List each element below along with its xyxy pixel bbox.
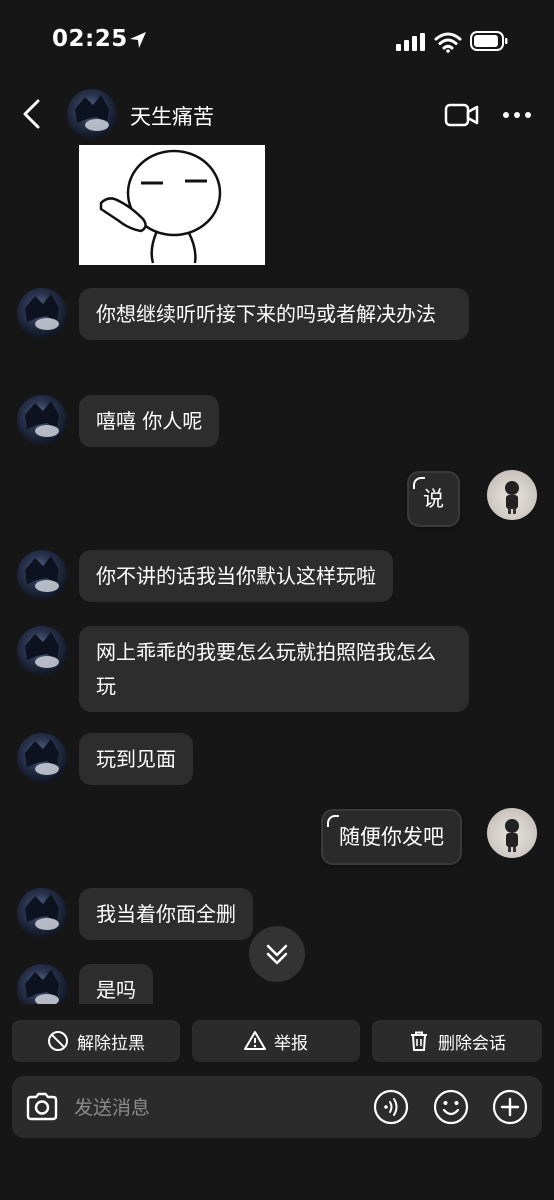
bubble-corner-mark: [327, 815, 339, 827]
video-call-icon[interactable]: [444, 102, 480, 128]
sender-avatar[interactable]: [17, 733, 67, 783]
message-bubble[interactable]: 网上乖乖的我要怎么玩就拍照陪我怎么玩: [79, 626, 469, 712]
sender-avatar[interactable]: [17, 395, 67, 445]
camera-icon[interactable]: [24, 1089, 60, 1125]
sticker-image[interactable]: [79, 145, 265, 265]
contact-avatar[interactable]: [67, 89, 117, 139]
message-composer: [12, 1076, 542, 1138]
block-icon: [48, 1031, 68, 1051]
message-bubble[interactable]: 你不讲的话我当你默认这样玩啦: [79, 550, 393, 602]
message-bubble[interactable]: 玩到见面: [79, 733, 193, 785]
my-avatar[interactable]: [487, 808, 537, 858]
sender-avatar[interactable]: [17, 550, 67, 600]
sender-avatar[interactable]: [17, 964, 67, 1004]
unblock-button[interactable]: 解除拉黑: [12, 1020, 180, 1062]
delete-chat-button[interactable]: 删除会话: [372, 1020, 542, 1062]
message-text: 随便你发吧: [339, 825, 444, 849]
location-arrow-icon: [130, 32, 146, 48]
status-time: 02:25: [52, 26, 128, 52]
message-bubble[interactable]: 嘻嘻 你人呢: [79, 395, 220, 447]
battery-icon: [470, 31, 508, 51]
unblock-label: 解除拉黑: [77, 1033, 145, 1054]
report-label: 举报: [274, 1033, 308, 1054]
report-button[interactable]: 举报: [192, 1020, 360, 1062]
message-bubble[interactable]: 你想继续听听接下来的吗或者解决办法: [79, 288, 469, 340]
trash-icon: [411, 1031, 427, 1051]
warning-icon: [244, 1031, 266, 1050]
message-input[interactable]: [72, 1091, 366, 1125]
contact-name[interactable]: 天生痛苦: [130, 101, 214, 131]
emoji-icon[interactable]: [433, 1089, 469, 1125]
wifi-icon: [434, 32, 462, 53]
bubble-corner-mark: [413, 477, 425, 489]
sender-avatar[interactable]: [17, 888, 67, 938]
scroll-to-bottom-button[interactable]: [249, 926, 305, 982]
more-options-icon[interactable]: [502, 110, 532, 120]
message-text: 说: [423, 487, 444, 511]
delete-chat-label: 删除会话: [438, 1033, 506, 1054]
message-bubble[interactable]: 我当着你面全删: [79, 888, 253, 940]
message-bubble[interactable]: 是吗: [79, 964, 153, 1004]
signal-icon: [396, 33, 425, 51]
back-arrow-icon[interactable]: [20, 98, 44, 130]
sender-avatar[interactable]: [17, 288, 67, 338]
outgoing-message-bubble[interactable]: 说: [409, 473, 458, 525]
sender-avatar[interactable]: [17, 626, 67, 676]
voice-message-icon[interactable]: [373, 1089, 409, 1125]
add-attachment-icon[interactable]: [492, 1089, 528, 1125]
double-chevron-down-icon: [266, 944, 288, 965]
my-avatar[interactable]: [487, 470, 537, 520]
outgoing-message-bubble[interactable]: 随便你发吧: [323, 811, 460, 863]
